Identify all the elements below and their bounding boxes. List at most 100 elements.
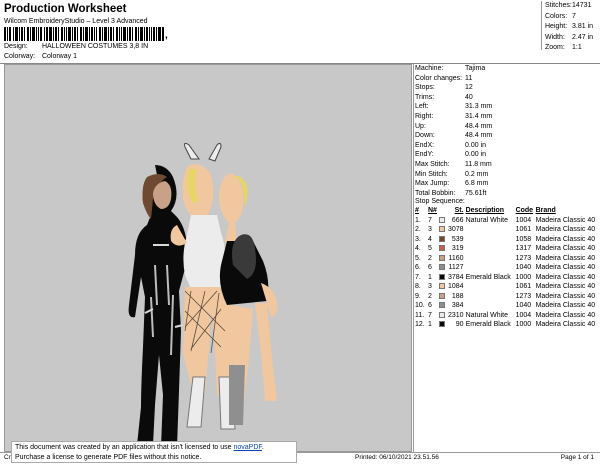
thread-description	[466, 263, 516, 273]
table-header-row: # N# St. Description Code Brand	[415, 207, 598, 216]
thread-color-swatch	[439, 245, 445, 252]
notice-line-2: Purchase a license to generate PDF files…	[15, 453, 202, 461]
info-value: 31.3 mm	[465, 103, 493, 111]
thread-color-swatch	[439, 292, 445, 299]
novapdf-link[interactable]: novaPDF	[233, 444, 261, 451]
thread-brand: Madeira Classic 40	[535, 254, 596, 262]
needle-number: 3	[428, 226, 432, 233]
stop-rows: 1. 7 666 Natural White 1004 Madeira Classic 4…	[415, 216, 598, 330]
color-swatch-cell	[439, 235, 448, 245]
thread-brand: Madeira Classic 40	[535, 273, 596, 281]
thread-color-swatch	[439, 321, 445, 328]
table-row: 5. 2 1160 1273 Madeira Classic 40	[415, 254, 598, 264]
thread-description	[466, 225, 516, 235]
info-endy: EndY: 0.00 in	[415, 150, 598, 160]
stitch-count: 3784	[448, 273, 464, 281]
info-label: Color changes:	[415, 74, 463, 82]
color-swatch-cell	[439, 244, 448, 254]
thread-description: Natural White	[465, 311, 508, 319]
thread-description	[466, 235, 516, 245]
barcode-separator: ,	[165, 30, 168, 41]
thread-code: 1317	[515, 245, 532, 252]
info-value: 11	[465, 74, 473, 82]
thread-code: 1061	[515, 226, 532, 233]
needle-number: 5	[428, 245, 432, 252]
thread-description	[466, 292, 516, 302]
info-label: EndX:	[415, 141, 435, 149]
stop-number: 2.	[415, 226, 421, 233]
table-row: 1. 7 666 Natural White 1004 Madeira Classic 4…	[415, 216, 598, 226]
notice-period: .	[261, 444, 264, 451]
info-value: 48.4 mm	[465, 122, 493, 130]
needle-number: 6	[428, 264, 432, 271]
info-max-jump: Max Jump: 6.8 mm	[415, 179, 598, 189]
color-swatch-cell	[439, 311, 448, 321]
col-header-code: Code	[515, 207, 534, 214]
color-swatch-cell	[439, 273, 448, 283]
stitch-count: 1084	[448, 283, 464, 290]
thread-code: 1004	[515, 311, 532, 319]
printed-date: Printed: 06/10/2021 23.51.56	[355, 454, 439, 461]
info-value: 0.00 in	[465, 141, 487, 149]
notice-text: This document was created by an applicat…	[15, 444, 234, 451]
vertical-divider	[413, 64, 414, 452]
stop-number: 5.	[415, 254, 421, 262]
stop-number: 11.	[415, 311, 425, 319]
stat-label: Colors:	[545, 12, 568, 20]
footer-left-text: Cr	[4, 454, 11, 461]
notice-line-1: This document was created by an applicat…	[15, 443, 293, 453]
stitch-count: 319	[451, 245, 464, 252]
info-value: 48.4 mm	[465, 132, 493, 140]
info-total-bobbin: Total Bobbin: 75.61ft	[415, 189, 598, 199]
thread-description	[466, 254, 516, 264]
col-header-brand: Brand	[535, 207, 556, 214]
stat-zoom: Zoom: 1:1	[542, 43, 599, 54]
thread-code: 1000	[515, 273, 532, 281]
thread-color-swatch	[439, 273, 445, 280]
col-header-needle: N#	[428, 207, 437, 214]
info-value: 0.2 mm	[465, 170, 489, 178]
info-label: Machine:	[415, 65, 444, 72]
info-value: 6.8 mm	[465, 180, 489, 188]
thread-brand: Madeira Classic 40	[535, 235, 596, 243]
stat-label: Stitches:	[545, 2, 572, 9]
info-label: Left:	[415, 103, 429, 111]
table-row: 3. 4 539 1058 Madeira Classic 40	[415, 235, 598, 245]
table-row: 10. 6 384 1040 Madeira Classic 40	[415, 301, 598, 311]
thread-description: Emerald Black	[465, 273, 511, 281]
info-value: 0.00 in	[465, 151, 487, 159]
stop-sequence-table: # N# St. Description Code Brand 1. 7 666 Na…	[415, 207, 598, 330]
info-value: 12	[465, 84, 473, 92]
thread-code: 1004	[515, 216, 532, 224]
thread-brand: Madeira Classic 40	[535, 226, 596, 233]
info-label: Max Jump:	[415, 180, 450, 188]
thread-brand: Madeira Classic 40	[535, 216, 596, 224]
design-value: HALLOWEEN COSTUMES 3,8 IN	[41, 43, 149, 50]
needle-number: 7	[428, 216, 432, 224]
thread-brand: Madeira Classic 40	[535, 321, 596, 328]
needle-number: 2	[428, 292, 432, 300]
stop-number: 7.	[415, 273, 421, 281]
info-max-stitch: Max Stitch: 11.8 mm	[415, 160, 598, 170]
needle-number: 3	[428, 283, 432, 290]
thread-code: 1061	[515, 283, 532, 290]
thread-description	[466, 301, 516, 311]
stitch-count: 666	[451, 216, 464, 224]
info-label: Right:	[415, 112, 434, 120]
stitch-count: 1160	[448, 254, 464, 262]
info-right: Right: 31.4 mm	[415, 112, 598, 122]
stop-number: 6.	[415, 264, 421, 271]
info-value: 75.61ft	[465, 189, 487, 197]
thread-brand: Madeira Classic 40	[535, 264, 596, 271]
design-preview	[4, 64, 412, 452]
stat-value: 1:1	[572, 44, 582, 51]
stop-number: 1.	[415, 216, 421, 224]
embroidery-design-image	[128, 142, 278, 447]
stat-stitches: Stitches:14731	[542, 1, 599, 12]
info-value: 31.4 mm	[465, 112, 493, 120]
stitch-count: 1127	[448, 264, 464, 271]
thread-color-swatch	[439, 235, 445, 242]
thread-code: 1273	[515, 254, 532, 262]
col-header-swatch	[439, 207, 448, 216]
color-swatch-cell	[439, 292, 448, 302]
